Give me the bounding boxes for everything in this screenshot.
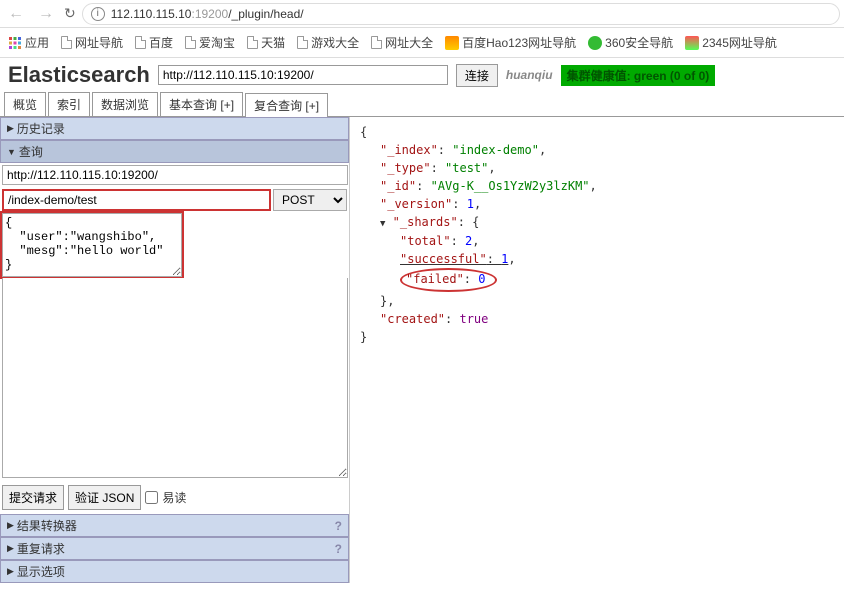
transformer-header[interactable]: ▶结果转换器 ? (0, 514, 349, 537)
bookmark-hao123[interactable]: 百度Hao123网址导航 (445, 34, 576, 51)
user-label: huanqiu (506, 68, 553, 82)
pretty-checkbox[interactable] (145, 491, 158, 504)
bookmark-item[interactable]: 网址导航 (61, 34, 123, 51)
app-title: Elasticsearch (8, 62, 150, 88)
triangle-right-icon: ▶ (7, 520, 14, 531)
apps-button[interactable]: 应用 (8, 34, 49, 51)
response-viewer: { "_index": "index-demo", "_type": "test… (350, 117, 844, 583)
shield-icon (588, 36, 602, 50)
page-icon (247, 36, 258, 49)
url-host: 112.110.115.10 (111, 7, 192, 21)
left-panel: ▶历史记录 ▼查询 POST 提交请求 验证 JSON 易读 ▶结果转换器 ? … (0, 117, 350, 583)
apps-icon (8, 36, 22, 50)
url-bar[interactable]: i 112.110.115.10:19200/_plugin/head/ (82, 3, 840, 25)
server-input[interactable] (2, 165, 348, 185)
request-body-textarea[interactable] (2, 213, 182, 277)
bookmark-item[interactable]: 爱淘宝 (185, 34, 235, 51)
bookmarks-bar: 应用 网址导航 百度 爱淘宝 天猫 游戏大全 网址大全 百度Hao123网址导航… (0, 28, 844, 58)
repeat-header[interactable]: ▶重复请求 ? (0, 537, 349, 560)
url-port: :19200 (191, 7, 228, 21)
tab-browse[interactable]: 数据浏览 (92, 92, 158, 116)
submit-button[interactable]: 提交请求 (2, 485, 64, 510)
tab-compound-query[interactable]: 复合查询 [+] (245, 93, 328, 117)
page-icon (135, 36, 146, 49)
display-header[interactable]: ▶显示选项 (0, 560, 349, 583)
method-select[interactable]: POST (273, 189, 347, 211)
forward-icon[interactable]: → (34, 5, 58, 23)
cluster-health-badge: 集群健康值: green (0 of 0) (561, 65, 716, 86)
apps-label: 应用 (25, 34, 49, 51)
tab-overview[interactable]: 概览 (4, 92, 46, 116)
hao-icon (445, 36, 459, 50)
es-header: Elasticsearch 连接 huanqiu 集群健康值: green (0… (0, 58, 844, 92)
pretty-label: 易读 (162, 489, 186, 506)
validate-json-button[interactable]: 验证 JSON (68, 485, 141, 510)
bookmark-item[interactable]: 天猫 (247, 34, 285, 51)
triangle-right-icon: ▶ (7, 566, 14, 577)
request-body-extension[interactable] (2, 278, 348, 478)
page-icon (185, 36, 196, 49)
page-icon (371, 36, 382, 49)
page-icon (297, 36, 308, 49)
help-icon[interactable]: ? (335, 542, 342, 556)
highlight-ellipse: "failed": 0 (400, 268, 497, 292)
triangle-right-icon: ▶ (7, 123, 14, 134)
browser-nav-bar: ← → ↻ i 112.110.115.10:19200/_plugin/hea… (0, 0, 844, 28)
bookmark-360[interactable]: 360安全导航 (588, 34, 673, 51)
triangle-down-icon: ▼ (7, 147, 16, 157)
back-icon[interactable]: ← (4, 5, 28, 23)
query-header[interactable]: ▼查询 (0, 140, 349, 163)
tab-basic-query[interactable]: 基本查询 [+] (160, 92, 243, 116)
tab-indices[interactable]: 索引 (48, 92, 90, 116)
collapse-icon[interactable]: ▼ (380, 218, 385, 232)
bookmark-item[interactable]: 百度 (135, 34, 173, 51)
history-header[interactable]: ▶历史记录 (0, 117, 349, 140)
main-tabs: 概览 索引 数据浏览 基本查询 [+] 复合查询 [+] (0, 92, 844, 117)
bookmark-item[interactable]: 游戏大全 (297, 34, 359, 51)
bookmark-2345[interactable]: 2345网址导航 (685, 34, 777, 51)
cluster-url-input[interactable] (158, 65, 448, 85)
info-icon[interactable]: i (91, 7, 105, 21)
reload-icon[interactable]: ↻ (64, 5, 76, 22)
url-path: /_plugin/head/ (228, 7, 303, 21)
triangle-right-icon: ▶ (7, 543, 14, 554)
bookmark-item[interactable]: 网址大全 (371, 34, 433, 51)
page-icon (61, 36, 72, 49)
help-icon[interactable]: ? (335, 519, 342, 533)
n2345-icon (685, 36, 699, 50)
connect-button[interactable]: 连接 (456, 64, 498, 87)
path-input[interactable] (2, 189, 271, 211)
